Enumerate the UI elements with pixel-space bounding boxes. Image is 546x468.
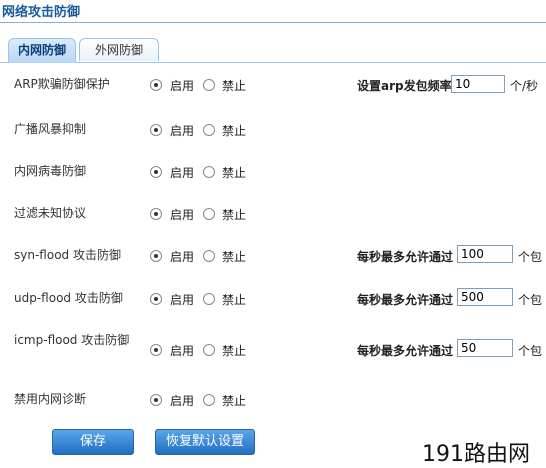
disable-label: 禁止	[222, 124, 247, 138]
row-label: 内网病毒防御	[14, 164, 87, 178]
rate-label: 每秒最多允许通过	[357, 293, 454, 307]
page-title: 网络攻击防御	[2, 5, 81, 20]
enable-radio[interactable]	[150, 250, 162, 262]
row-broadcast-storm: 广播风暴抑制 启用 禁止	[0, 119, 546, 147]
enable-label: 启用	[170, 293, 195, 307]
row-label: 广播风暴抑制	[14, 122, 87, 136]
disable-label: 禁止	[222, 293, 247, 307]
enable-label: 启用	[170, 124, 195, 138]
icmp-flood-rate-input[interactable]	[457, 339, 513, 357]
unit-label: 个包	[518, 344, 543, 358]
unit-label: 个包	[518, 250, 543, 264]
watermark-text: 191路由网	[422, 442, 530, 467]
row-disable-lan-diagnosis: 禁用内网诊断 启用 禁止	[0, 389, 546, 417]
row-label: 禁用内网诊断	[14, 392, 87, 406]
row-label: ARP欺骗防御保护	[14, 77, 110, 91]
disable-radio[interactable]	[203, 124, 215, 136]
title-bar: 网络攻击防御	[0, 0, 546, 23]
rate-label: 设置arp发包频率	[357, 79, 452, 93]
disable-label: 禁止	[222, 208, 247, 222]
row-udp-flood: udp-flood 攻击防御 启用 禁止 每秒最多允许通过 个包	[0, 288, 546, 316]
disable-label: 禁止	[222, 250, 247, 264]
row-lan-virus: 内网病毒防御 启用 禁止	[0, 161, 546, 189]
enable-radio[interactable]	[150, 124, 162, 136]
enable-label: 启用	[170, 344, 195, 358]
syn-flood-rate-input[interactable]	[457, 245, 513, 263]
tab-bar: 内网防御 外网防御	[0, 38, 546, 63]
row-icmp-flood: icmp-flood 攻击防御 启用 禁止 每秒最多允许通过 个包	[0, 330, 546, 370]
enable-radio[interactable]	[150, 293, 162, 305]
enable-radio[interactable]	[150, 79, 162, 91]
enable-label: 启用	[170, 208, 195, 222]
enable-label: 启用	[170, 250, 195, 264]
disable-radio[interactable]	[203, 250, 215, 262]
udp-flood-rate-input[interactable]	[457, 288, 513, 306]
rate-label: 每秒最多允许通过	[357, 344, 454, 358]
enable-radio[interactable]	[150, 394, 162, 406]
row-label: udp-flood 攻击防御	[14, 291, 123, 305]
enable-label: 启用	[170, 394, 195, 408]
disable-label: 禁止	[222, 344, 247, 358]
row-label: 过滤未知协议	[14, 206, 87, 220]
disable-label: 禁止	[222, 79, 247, 93]
disable-radio[interactable]	[203, 166, 215, 178]
tab-lan-defense[interactable]: 内网防御	[8, 38, 76, 63]
tab-wan-defense[interactable]: 外网防御	[79, 38, 159, 61]
enable-radio[interactable]	[150, 208, 162, 220]
row-syn-flood: syn-flood 攻击防御 启用 禁止 每秒最多允许通过 个包	[0, 245, 546, 273]
row-arp-defense: ARP欺骗防御保护 启用 禁止 设置arp发包频率 个/秒	[0, 74, 546, 102]
save-button[interactable]: 保存	[52, 429, 134, 455]
disable-radio[interactable]	[203, 394, 215, 406]
enable-radio[interactable]	[150, 166, 162, 178]
disable-label: 禁止	[222, 394, 247, 408]
enable-label: 启用	[170, 166, 195, 180]
enable-label: 启用	[170, 79, 195, 93]
disable-radio[interactable]	[203, 208, 215, 220]
disable-radio[interactable]	[203, 344, 215, 356]
arp-rate-input[interactable]	[451, 75, 505, 93]
enable-radio[interactable]	[150, 344, 162, 356]
unit-label: 个/秒	[510, 79, 539, 93]
disable-label: 禁止	[222, 166, 247, 180]
restore-defaults-button[interactable]: 恢复默认设置	[155, 429, 255, 455]
unit-label: 个包	[518, 293, 543, 307]
row-label: syn-flood 攻击防御	[14, 248, 121, 262]
rate-label: 每秒最多允许通过	[357, 250, 454, 264]
disable-radio[interactable]	[203, 79, 215, 91]
row-unknown-protocol: 过滤未知协议 启用 禁止	[0, 203, 546, 231]
disable-radio[interactable]	[203, 293, 215, 305]
row-label: icmp-flood 攻击防御	[14, 333, 130, 347]
